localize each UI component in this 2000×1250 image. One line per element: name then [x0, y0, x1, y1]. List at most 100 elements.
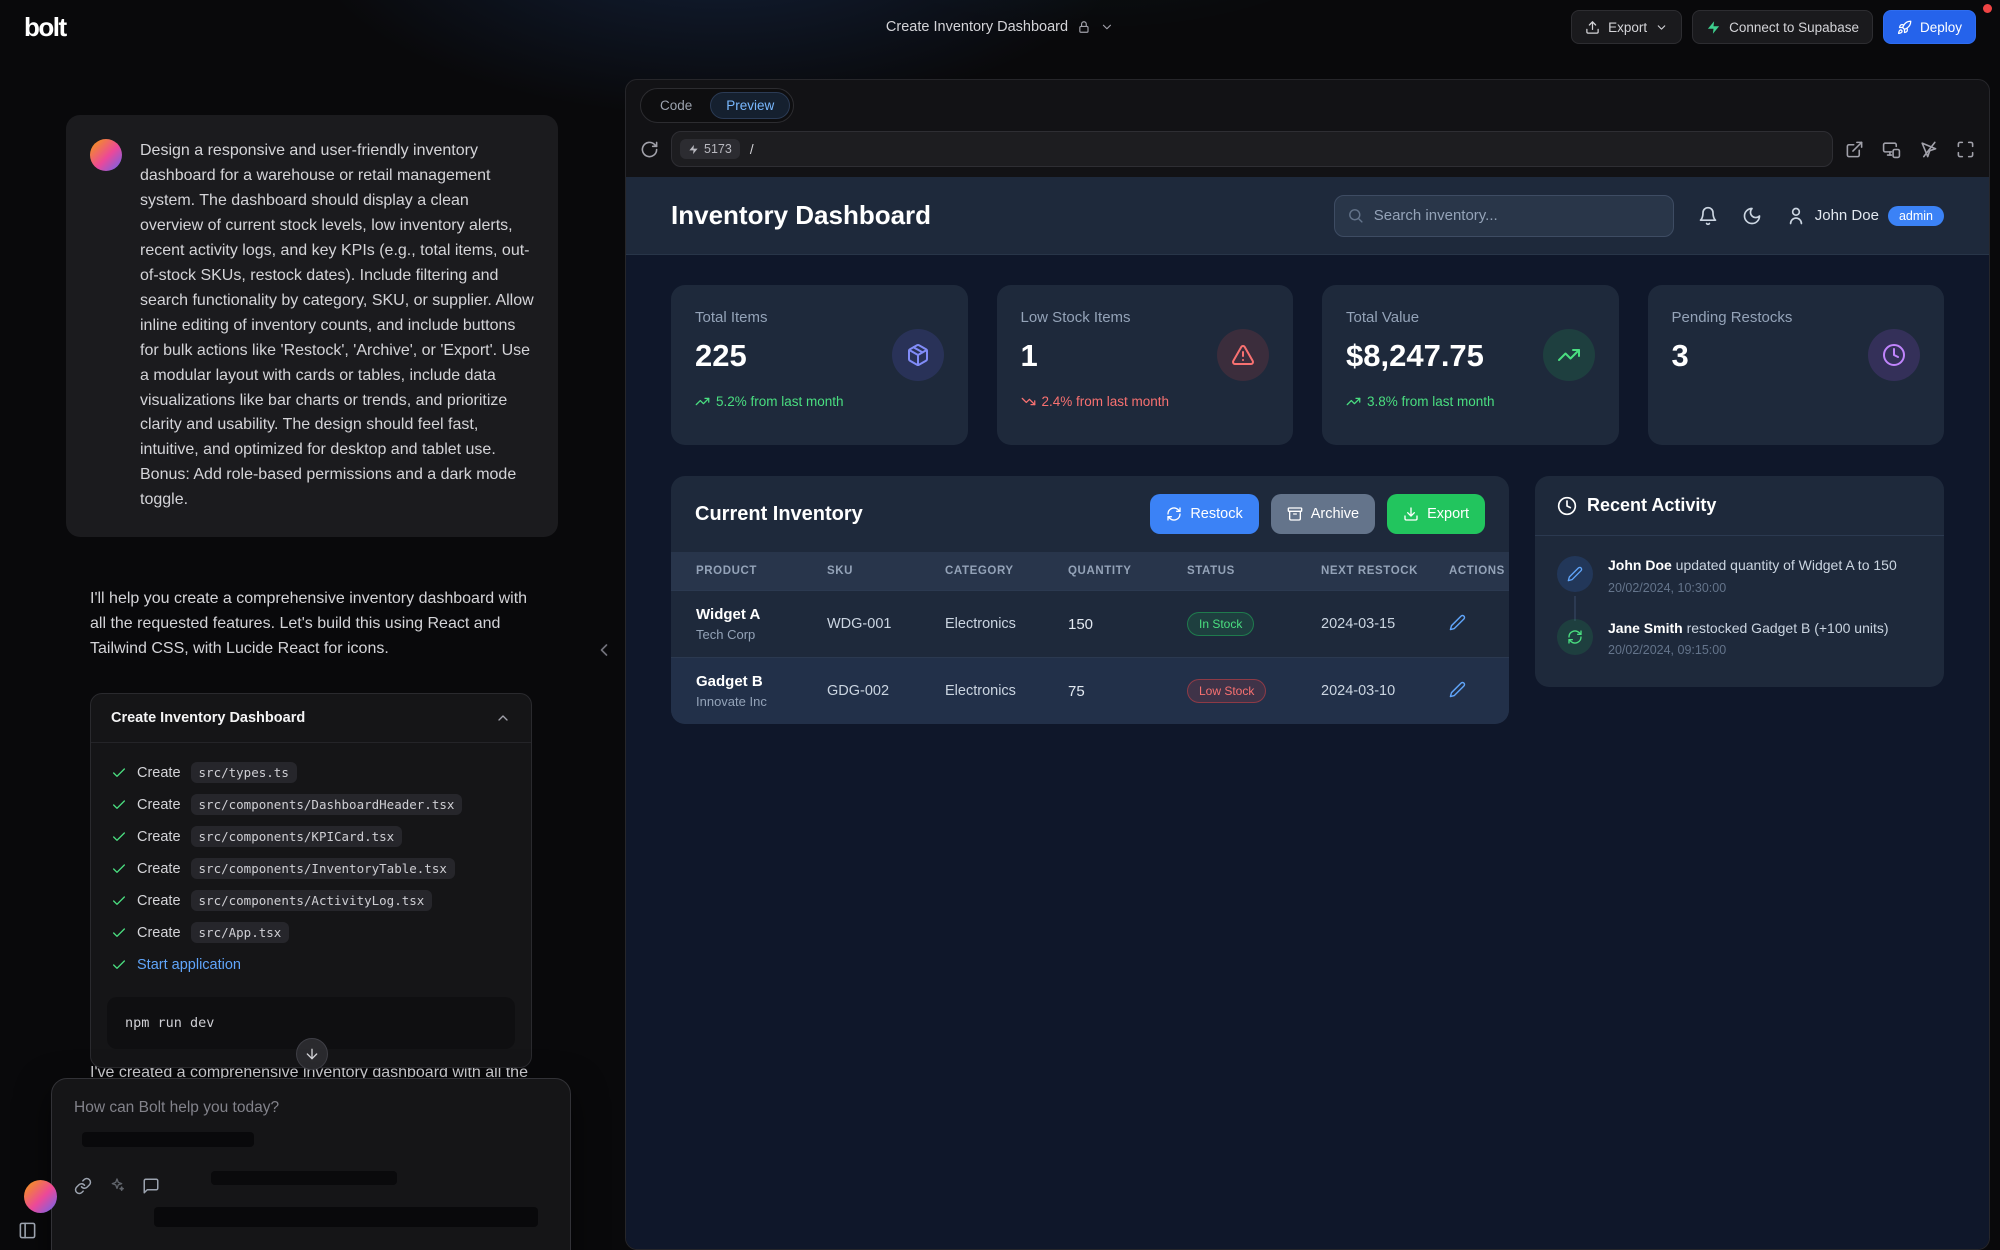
port-badge: 5173 — [680, 139, 740, 159]
chat-panel: Design a responsive and user-friendly in… — [66, 54, 558, 1250]
code-preview-toggle: Code Preview — [640, 88, 794, 123]
table-row: Widget A Tech Corp WDG-001 Electronics 1… — [671, 591, 1509, 658]
plan-step: Create src/components/DashboardHeader.ts… — [111, 789, 511, 821]
column-header: NEXT RESTOCK — [1321, 552, 1449, 591]
file-chip[interactable]: src/components/DashboardHeader.tsx — [191, 794, 463, 815]
table-row: Gadget B Innovate Inc GDG-002 Electronic… — [671, 658, 1509, 725]
app-header-actions: John Doe admin — [1334, 195, 1944, 237]
refresh-icon — [1166, 506, 1182, 522]
lock-icon — [1077, 20, 1091, 34]
check-icon — [111, 893, 127, 909]
sparkles-icon[interactable] — [109, 1177, 125, 1195]
fullscreen-icon[interactable] — [1956, 140, 1975, 159]
column-header: CATEGORY — [945, 552, 1068, 591]
dark-mode-toggle-moon-icon[interactable] — [1742, 206, 1762, 226]
link-icon[interactable] — [74, 1177, 92, 1195]
chevron-up-icon[interactable] — [495, 710, 511, 726]
trend-down-icon — [1021, 394, 1036, 409]
sidebar-toggle-icon[interactable] — [18, 1221, 37, 1240]
chat-icon[interactable] — [142, 1177, 160, 1195]
check-icon — [111, 829, 127, 845]
project-title: Create Inventory Dashboard — [886, 19, 1068, 35]
export-inventory-button[interactable]: Export — [1387, 494, 1485, 534]
clock-icon — [1868, 329, 1920, 381]
chevron-down-icon — [1655, 21, 1668, 34]
plan-step: Create src/types.ts — [111, 757, 511, 789]
bolt-logo[interactable]: bolt — [24, 12, 66, 43]
url-path: / — [750, 142, 754, 157]
timestamp: 20/02/2024, 09:15:00 — [1608, 643, 1889, 657]
kpi-trend: 3.8% from last month — [1346, 394, 1595, 409]
preview-toolbar-icons — [1845, 140, 1975, 159]
file-chip[interactable]: src/App.tsx — [191, 922, 290, 943]
edit-icon[interactable] — [1449, 681, 1466, 698]
restock-icon — [1557, 619, 1593, 655]
column-header: SKU — [827, 552, 945, 591]
export-button[interactable]: Export — [1571, 10, 1682, 44]
plan-step: Create src/App.tsx — [111, 917, 511, 949]
tab-code[interactable]: Code — [644, 92, 708, 119]
tab-preview[interactable]: Preview — [710, 92, 790, 119]
archive-icon — [1287, 506, 1303, 522]
check-icon — [111, 765, 127, 781]
section-title: Recent Activity — [1587, 495, 1716, 516]
column-header: QUANTITY — [1068, 552, 1187, 591]
refresh-icon[interactable] — [640, 140, 659, 159]
inventory-search[interactable] — [1334, 195, 1674, 237]
assistant-intro-text: I'll help you create a comprehensive inv… — [90, 587, 542, 661]
user-avatar — [90, 139, 122, 171]
arrow-down-icon — [304, 1046, 320, 1062]
check-icon — [111, 797, 127, 813]
kpi-card-total-value: Total Value $8,247.75 3.8% from last mon… — [1322, 285, 1619, 445]
restock-button[interactable]: Restock — [1150, 494, 1258, 534]
app-body: Total Items 225 5.2% from last month Low… — [626, 255, 1989, 724]
plan-step: Create src/components/ActivityLog.tsx — [111, 885, 511, 917]
file-chip[interactable]: src/components/InventoryTable.tsx — [191, 858, 455, 879]
chat-input-toolbar — [74, 1177, 160, 1195]
file-chip[interactable]: src/components/KPICard.tsx — [191, 826, 403, 847]
archive-button[interactable]: Archive — [1271, 494, 1375, 534]
recent-activity-card: Recent Activity John Doe updated quantit… — [1535, 476, 1944, 687]
redacted-text-block — [211, 1171, 397, 1185]
trend-up-icon — [1346, 394, 1361, 409]
project-title-menu[interactable]: Create Inventory Dashboard — [886, 19, 1114, 35]
inspector-off-icon[interactable] — [1919, 140, 1938, 159]
deploy-button[interactable]: Deploy — [1883, 10, 1976, 44]
file-chip[interactable]: src/components/ActivityLog.tsx — [191, 890, 433, 911]
trending-up-icon — [1543, 329, 1595, 381]
bulk-actions: Restock Archive Export — [1150, 494, 1485, 534]
file-chip[interactable]: src/types.ts — [191, 762, 297, 783]
trend-up-icon — [695, 394, 710, 409]
start-application-link[interactable]: Start application — [137, 957, 241, 973]
account-avatar[interactable] — [24, 1180, 57, 1213]
search-input[interactable] — [1374, 207, 1661, 224]
kpi-card-total-items: Total Items 225 5.2% from last month — [671, 285, 968, 445]
scroll-down-button[interactable] — [296, 1038, 328, 1070]
collapse-chat-chevron[interactable] — [594, 640, 614, 660]
plan-steps: Create src/types.ts Create src/component… — [91, 743, 531, 987]
chevron-down-icon[interactable] — [1100, 20, 1114, 34]
user-icon — [1786, 206, 1806, 226]
kpi-card-pending-restocks: Pending Restocks 3 — [1648, 285, 1945, 445]
plan-header[interactable]: Create Inventory Dashboard — [91, 694, 531, 743]
chat-input[interactable] — [74, 1099, 548, 1117]
redacted-text-block — [154, 1207, 538, 1227]
connect-supabase-button[interactable]: Connect to Supabase — [1692, 10, 1873, 44]
dashboard-main-row: Current Inventory Restock Archive — [671, 476, 1944, 724]
responsive-devices-icon[interactable] — [1882, 140, 1901, 159]
activity-list: John Doe updated quantity of Widget A to… — [1535, 536, 1944, 687]
check-icon — [111, 957, 127, 973]
activity-header: Recent Activity — [1535, 476, 1944, 536]
edit-icon[interactable] — [1449, 614, 1466, 631]
column-header: ACTIONS — [1449, 552, 1509, 591]
user-menu[interactable]: John Doe admin — [1786, 206, 1944, 226]
supabase-zap-icon — [1706, 20, 1721, 35]
bell-icon[interactable] — [1698, 206, 1718, 226]
preview-address-bar[interactable]: 5173 / — [671, 131, 1833, 167]
plan-step-start-application: Start application — [111, 949, 511, 981]
open-external-icon[interactable] — [1845, 140, 1864, 159]
package-icon — [892, 329, 944, 381]
current-inventory-card: Current Inventory Restock Archive — [671, 476, 1509, 724]
plan-title: Create Inventory Dashboard — [111, 710, 305, 726]
column-header: PRODUCT — [671, 552, 827, 591]
